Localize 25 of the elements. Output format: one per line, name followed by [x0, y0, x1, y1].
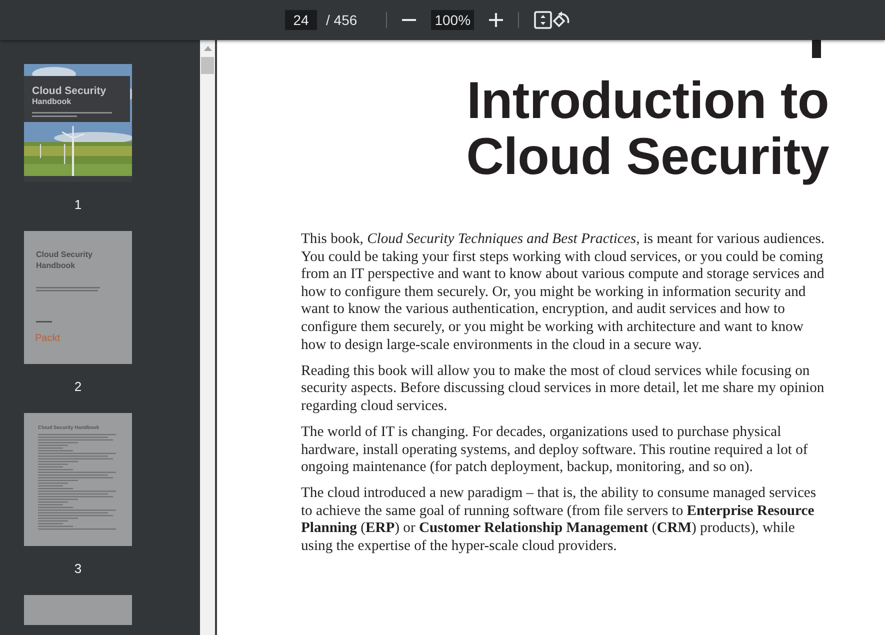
- chapter-heading: Introduction to Cloud Security: [465, 73, 829, 185]
- scrollbar[interactable]: [200, 40, 217, 635]
- page-label: 3: [74, 560, 82, 578]
- page-title: Cloud Security: [36, 250, 94, 260]
- page-title: Handbook: [36, 260, 76, 271]
- chapter-number-fragment: [812, 40, 821, 58]
- page-thumbnail[interactable]: [24, 595, 132, 625]
- body-paragraph: This book, Cloud Security Techniques and Best Practices, is meant for various audiences. You could be taking your first steps working with cloud services, or you could be coming from an IT perspective and want to know about various compute and storage services and how to configure them securely. Or, you might be working in information security and want to know the various authentication, encryption, and audit services and how to configure them securely, or you might be working with architecture and want to know how to design large-scale environments in the cloud in a secure way.: [301, 231, 826, 354]
- rotate-icon[interactable]: [552, 10, 572, 30]
- subtitle-text-drawing: [36, 287, 100, 292]
- page-thumbnail[interactable]: Cloud Security Handbook: [24, 64, 132, 182]
- fit-page-icon[interactable]: [534, 11, 552, 29]
- page-number-field[interactable]: 24: [285, 10, 317, 30]
- page-label: 1: [74, 196, 82, 214]
- publisher-logo: Packt: [35, 333, 60, 344]
- body-paragraph: The cloud introduced a new paradigm – that is, the ability to consume managed services to achieve the same goal of running software (from file servers to Enterprise Resource Planning (ERP) or Customer Relationship Management (CRM) products), while using the expertise of the hyper-scale cloud providers.: [301, 485, 818, 556]
- zoom-in-icon[interactable]: [489, 13, 504, 27]
- cover-title: Handbook: [32, 97, 72, 107]
- page-label: 2: [74, 378, 82, 396]
- cover-title: Cloud Security: [32, 86, 108, 97]
- page-count: / 456: [326, 12, 358, 28]
- body-paragraph: The world of IT is changing. For decades, organizations used to purchase physical hardware, install operating systems, and deploy software. This routine required a lot of ongoing maintenance (for patch deployment, backup, monitoring, and so on).: [301, 424, 809, 477]
- zoom-field[interactable]: 100%: [431, 10, 474, 30]
- scrollbar-thumb[interactable]: [201, 57, 214, 74]
- body-paragraph: Reading this book will allow you to make the most of cloud services while focusing on security aspects. Before discussing cloud services in more detail, let me share my opinion regarding cloud services.: [301, 362, 826, 416]
